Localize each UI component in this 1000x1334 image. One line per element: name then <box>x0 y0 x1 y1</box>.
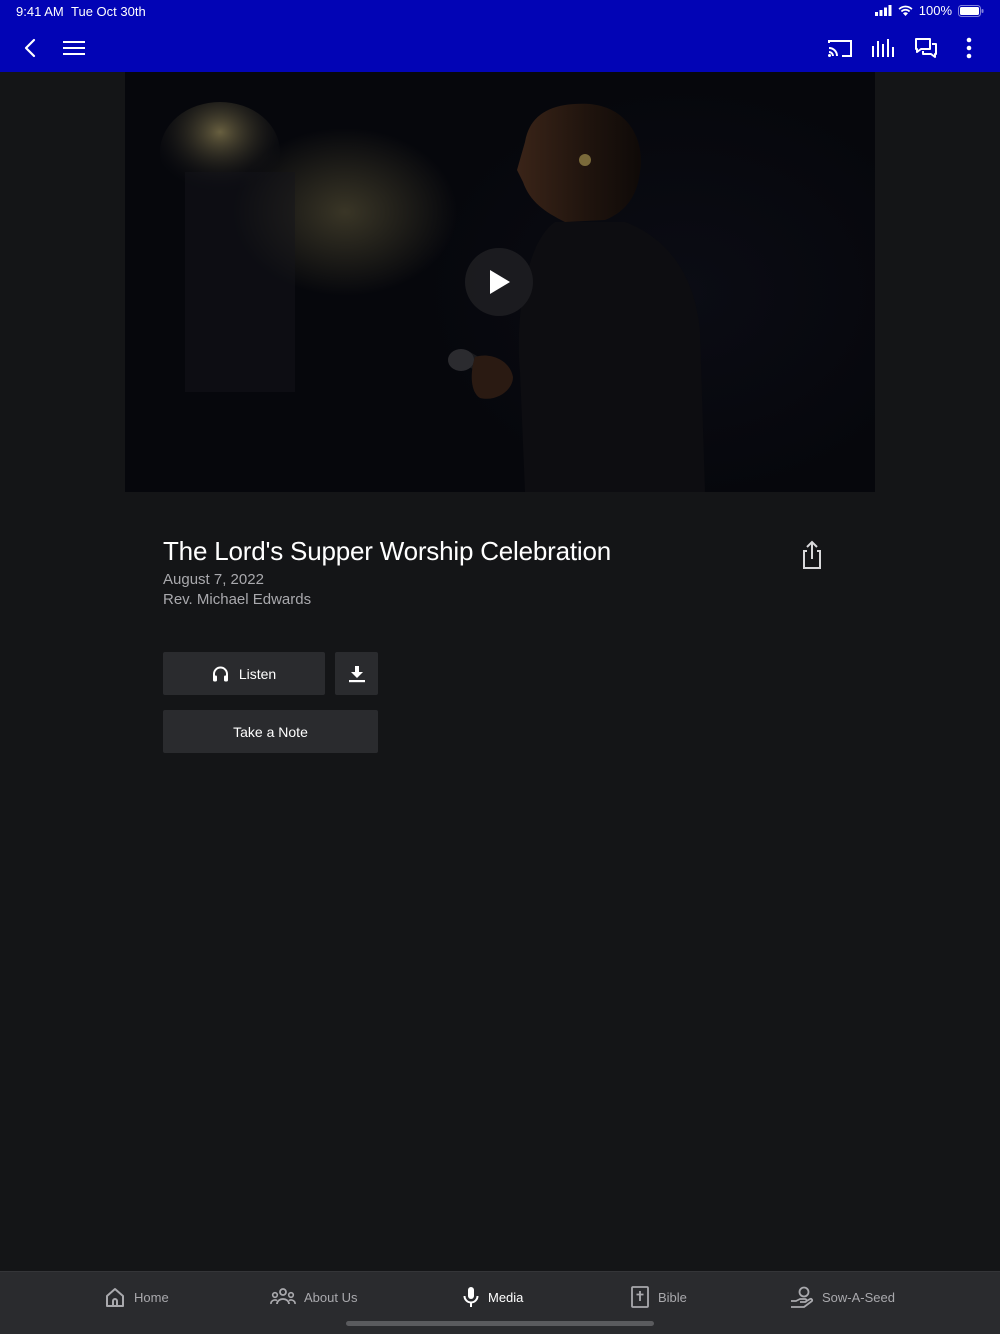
tab-bible[interactable]: Bible <box>630 1284 687 1310</box>
video-player[interactable] <box>125 72 875 492</box>
more-options-button[interactable] <box>955 34 983 62</box>
share-button[interactable] <box>798 539 826 571</box>
cast-icon <box>828 40 852 57</box>
status-indicators: 100% <box>874 3 984 18</box>
cellular-signal-icon <box>874 5 892 16</box>
menu-icon <box>63 41 85 55</box>
tab-about-us-label: About Us <box>304 1289 358 1305</box>
microphone-icon <box>463 1287 479 1307</box>
listen-button[interactable]: Listen <box>163 652 325 695</box>
battery-percent: 100% <box>918 3 952 18</box>
giving-hand-icon <box>791 1286 814 1308</box>
share-icon <box>803 540 821 569</box>
more-vert-icon <box>966 37 972 59</box>
wifi-icon <box>898 5 913 16</box>
play-icon <box>490 270 510 294</box>
sermon-title: The Lord's Supper Worship Celebration <box>163 536 611 566</box>
play-button[interactable] <box>465 248 533 316</box>
tab-sow-a-seed[interactable]: Sow-A-Seed <box>790 1284 895 1310</box>
sermon-speaker: Rev. Michael Edwards <box>163 591 312 608</box>
back-icon <box>24 38 36 58</box>
tab-media[interactable]: Media <box>462 1284 523 1310</box>
battery-icon <box>958 4 984 17</box>
listen-label: Listen <box>238 665 277 682</box>
bible-icon <box>631 1286 649 1308</box>
status-bar: 9:41 AM Tue Oct 30th 100% <box>0 0 1000 24</box>
tab-home[interactable]: Home <box>104 1284 169 1310</box>
people-icon <box>270 1288 296 1305</box>
tab-sow-a-seed-label: Sow-A-Seed <box>822 1289 895 1305</box>
status-time: 9:41 AM <box>16 4 64 19</box>
tab-bible-label: Bible <box>658 1289 687 1305</box>
home-icon <box>106 1288 124 1307</box>
take-note-label: Take a Note <box>233 723 308 740</box>
tab-about-us[interactable]: About Us <box>270 1284 357 1310</box>
tab-home-label: Home <box>134 1289 169 1305</box>
chat-icon <box>915 38 937 58</box>
cast-button[interactable] <box>826 34 854 62</box>
menu-button[interactable] <box>60 34 88 62</box>
home-indicator <box>346 1321 654 1326</box>
navigation-bar <box>0 24 1000 72</box>
download-button[interactable] <box>335 652 378 695</box>
headphones-icon <box>212 666 228 681</box>
back-button[interactable] <box>16 34 44 62</box>
take-note-button[interactable]: Take a Note <box>163 710 378 753</box>
tab-media-label: Media <box>488 1289 524 1305</box>
download-icon <box>348 665 365 682</box>
sermon-date: August 7, 2022 <box>163 571 264 588</box>
audio-bars-icon <box>872 39 894 57</box>
audio-button[interactable] <box>869 34 897 62</box>
app-header: 9:41 AM Tue Oct 30th 100% <box>0 0 1000 72</box>
status-date: Tue Oct 30th <box>71 4 146 19</box>
chat-button[interactable] <box>912 34 940 62</box>
